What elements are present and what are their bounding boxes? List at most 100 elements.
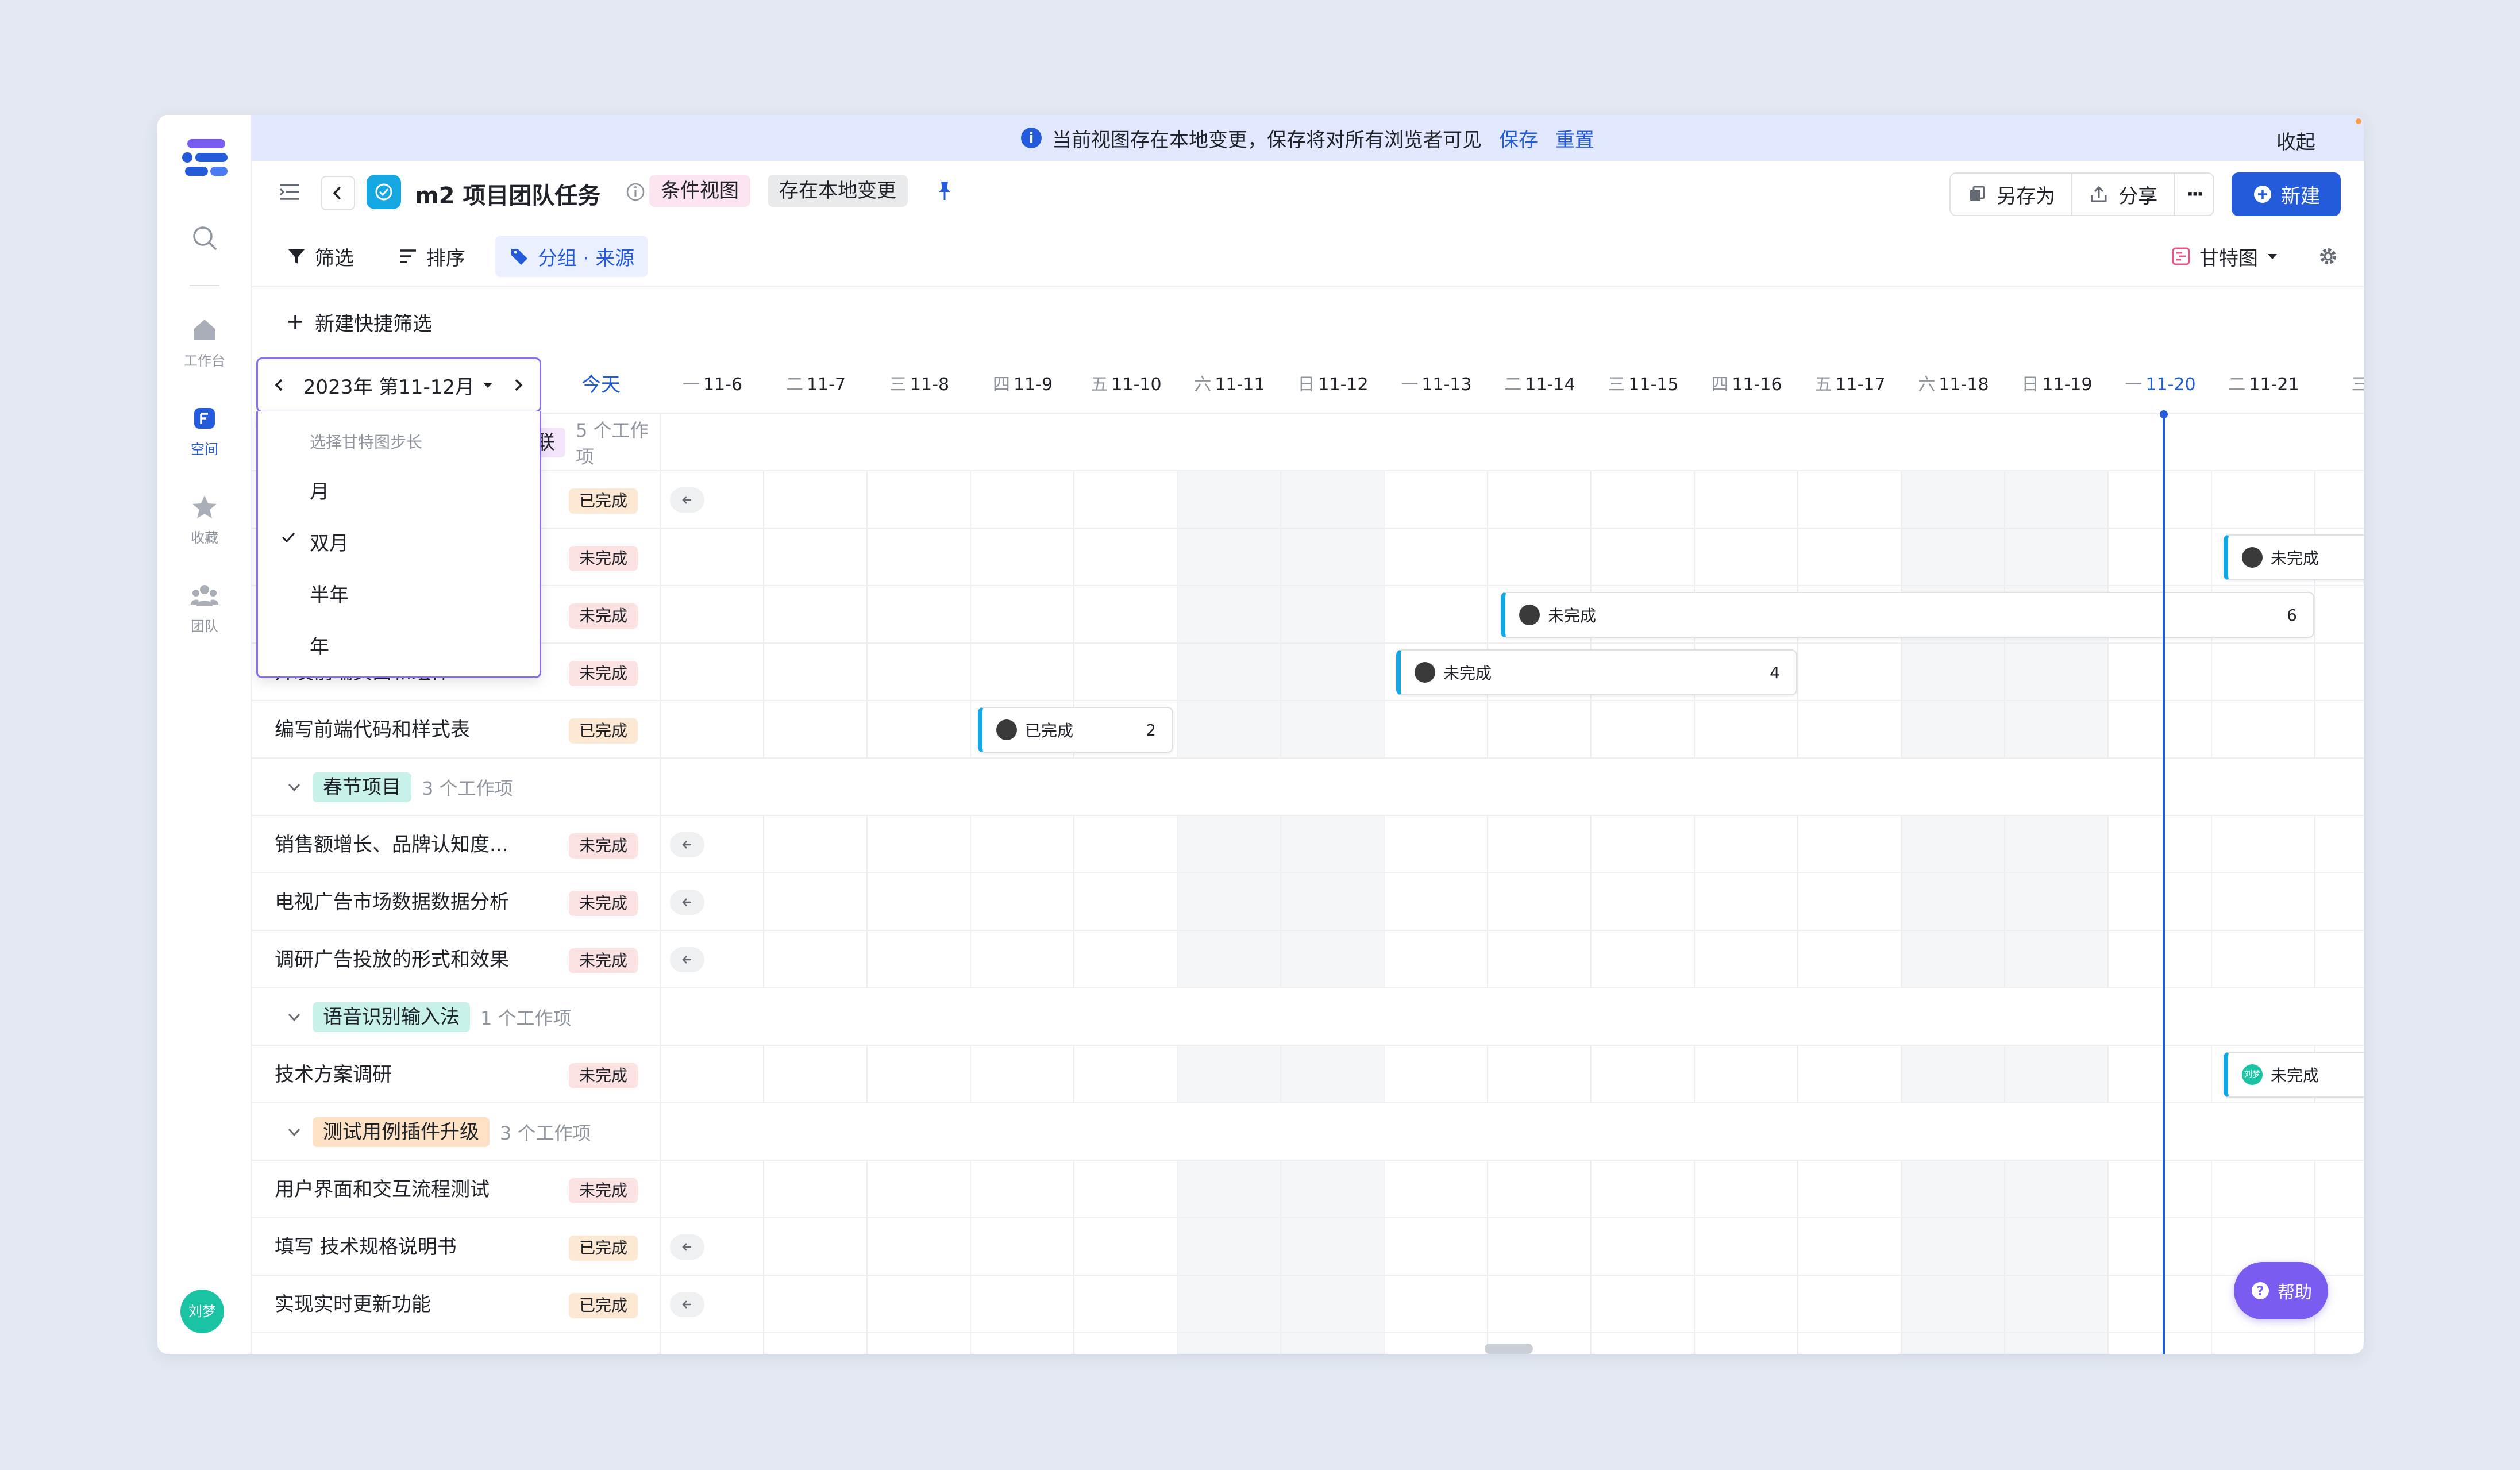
status-badge[interactable]: 未完成 bbox=[568, 948, 638, 973]
notice-reset-link[interactable]: 重置 bbox=[1555, 124, 1594, 152]
rail-item-favorites[interactable]: 收藏 bbox=[157, 493, 252, 547]
new-quick-filter-button[interactable]: 新建快捷筛选 bbox=[252, 287, 432, 356]
notice-save-link[interactable]: 保存 bbox=[1499, 124, 1538, 152]
scroll-to-task-button[interactable] bbox=[670, 832, 704, 857]
step-option[interactable]: 月 bbox=[310, 476, 329, 504]
date-header-cell: 四 11-16 bbox=[1695, 356, 1798, 414]
help-button[interactable]: ? 帮助 bbox=[2234, 1262, 2328, 1319]
date-header-cell: 四 11-9 bbox=[971, 356, 1074, 414]
weekday-label: 三 bbox=[2351, 375, 2364, 395]
task-bar[interactable]: 刘梦 未完成 bbox=[2224, 1052, 2364, 1098]
rail-label-workbench: 工作台 bbox=[184, 353, 225, 369]
collapse-button[interactable]: 收起 bbox=[2276, 126, 2315, 155]
assignee-avatar bbox=[1519, 605, 1540, 625]
filter-button[interactable]: 筛选 bbox=[272, 236, 368, 277]
group-button[interactable]: 分组 · 来源 bbox=[495, 236, 649, 277]
view-settings-button[interactable] bbox=[2310, 236, 2346, 277]
horizontal-scrollbar[interactable] bbox=[1485, 1344, 1533, 1354]
tag-condition-view[interactable]: 条件视图 bbox=[649, 175, 750, 207]
rail-search[interactable] bbox=[157, 224, 252, 257]
date-label: 11-15 bbox=[1628, 375, 1679, 395]
view-switch-dropdown[interactable]: 甘特图 bbox=[2157, 236, 2292, 277]
group-label: 分组 · 来源 bbox=[538, 247, 635, 270]
scroll-to-task-button[interactable] bbox=[670, 1292, 704, 1317]
task-bar[interactable]: 已完成 2 bbox=[978, 707, 1173, 753]
group-header[interactable]: 测试用例插件升级 3 个工作项 bbox=[252, 1103, 661, 1161]
group-header[interactable]: 语音识别输入法 1 个工作项 bbox=[252, 988, 661, 1046]
title-info-button[interactable] bbox=[625, 182, 646, 202]
date-column bbox=[1592, 414, 1695, 1354]
row-divider bbox=[661, 585, 2364, 586]
pin-button[interactable] bbox=[933, 179, 956, 202]
task-row[interactable]: 技术方案调研 未完成 bbox=[252, 1046, 661, 1103]
rail-item-team[interactable]: 团队 bbox=[157, 582, 252, 635]
sort-button[interactable]: 排序 bbox=[384, 236, 479, 277]
task-row[interactable]: 销售额增长、品牌认知度... 未完成 bbox=[252, 816, 661, 873]
task-bar[interactable]: 未完成 6 bbox=[1501, 592, 2314, 638]
step-option[interactable]: 双月 bbox=[310, 528, 349, 556]
task-row[interactable]: 电视广告市场数据数据分析 未完成 bbox=[252, 873, 661, 931]
status-badge[interactable]: 已完成 bbox=[568, 718, 638, 744]
date-header-cell: 一 11-13 bbox=[1385, 356, 1488, 414]
step-option[interactable]: 年 bbox=[310, 631, 329, 659]
date-header-cell: 二 11-7 bbox=[764, 356, 868, 414]
row-divider bbox=[661, 642, 2364, 644]
save-as-button[interactable]: 另存为 bbox=[1951, 174, 2073, 215]
question-icon: ? bbox=[2252, 1282, 2269, 1299]
chevron-left-icon bbox=[333, 186, 341, 200]
row-divider bbox=[661, 1045, 2364, 1046]
chevron-down-icon[interactable] bbox=[286, 779, 302, 795]
task-row[interactable]: 编写前端代码和样式表 已完成 bbox=[252, 701, 661, 759]
status-badge[interactable]: 未完成 bbox=[568, 546, 638, 571]
more-button[interactable]: ··· bbox=[2175, 174, 2213, 215]
chevron-down-icon[interactable] bbox=[286, 1009, 302, 1025]
new-button[interactable]: 新建 bbox=[2232, 172, 2341, 216]
chevron-down-icon[interactable] bbox=[286, 1124, 302, 1140]
more-icon: ··· bbox=[2186, 183, 2204, 206]
status-badge[interactable]: 已完成 bbox=[568, 1236, 638, 1261]
task-row[interactable]: 用户界面和交互流程测试 未完成 bbox=[252, 1161, 661, 1218]
status-badge[interactable]: 已完成 bbox=[568, 488, 638, 514]
sidebar-toggle-button[interactable] bbox=[277, 179, 302, 205]
chevron-right-icon[interactable] bbox=[511, 378, 526, 392]
date-header-cell: 一 11-20 bbox=[2109, 356, 2212, 414]
task-row[interactable]: 实现实时更新功能 已完成 bbox=[252, 1276, 661, 1333]
chevron-left-icon[interactable] bbox=[272, 378, 287, 392]
scroll-to-task-button[interactable] bbox=[670, 487, 704, 513]
group-header[interactable]: 春节项目 3 个工作项 bbox=[252, 759, 661, 816]
back-button[interactable] bbox=[321, 176, 355, 210]
scroll-to-task-button[interactable] bbox=[670, 947, 704, 972]
assignee-avatar bbox=[996, 719, 1017, 740]
task-bar-status: 未完成 bbox=[2271, 1066, 2319, 1085]
rail-item-workbench[interactable]: 工作台 bbox=[157, 316, 252, 370]
app-logo[interactable] bbox=[180, 138, 229, 177]
task-row[interactable]: 填写 技术规格说明书 已完成 bbox=[252, 1218, 661, 1276]
task-bar[interactable]: 未完成 4 bbox=[1396, 649, 1797, 695]
row-divider bbox=[661, 1275, 2364, 1276]
arrow-left-icon bbox=[682, 841, 691, 849]
status-badge[interactable]: 未完成 bbox=[568, 1063, 638, 1088]
range-selector[interactable]: 2023年 第11-12月 bbox=[256, 357, 541, 413]
task-bar-count: 4 bbox=[1770, 663, 1780, 682]
share-button[interactable]: 分享 bbox=[2072, 174, 2175, 215]
task-name: 实现实时更新功能 bbox=[275, 1293, 431, 1316]
gantt-step-dropdown: 选择甘特图步长 月双月 半年年 bbox=[256, 411, 541, 678]
task-bar[interactable]: 未完成 bbox=[2224, 534, 2364, 580]
group-tag: 春节项目 bbox=[313, 772, 411, 802]
status-badge[interactable]: 已完成 bbox=[568, 1293, 638, 1318]
user-avatar[interactable]: 刘梦 bbox=[180, 1290, 224, 1333]
status-badge[interactable]: 未完成 bbox=[568, 891, 638, 916]
status-badge[interactable]: 未完成 bbox=[568, 661, 638, 686]
scroll-to-task-button[interactable] bbox=[670, 1234, 704, 1260]
rail-item-space[interactable]: 空间 bbox=[157, 405, 252, 458]
status-badge[interactable]: 未完成 bbox=[568, 1178, 638, 1203]
scroll-to-task-button[interactable] bbox=[670, 890, 704, 915]
task-row[interactable]: 调研广告投放的形式和效果 未完成 bbox=[252, 931, 661, 988]
today-button[interactable]: 今天 bbox=[541, 356, 661, 414]
step-option[interactable]: 半年 bbox=[310, 579, 349, 607]
tag-icon bbox=[511, 249, 527, 265]
notice-dot bbox=[2356, 118, 2361, 124]
tag-local-changes[interactable]: 存在本地变更 bbox=[768, 175, 908, 207]
status-badge[interactable]: 未完成 bbox=[568, 603, 638, 629]
status-badge[interactable]: 未完成 bbox=[568, 833, 638, 859]
